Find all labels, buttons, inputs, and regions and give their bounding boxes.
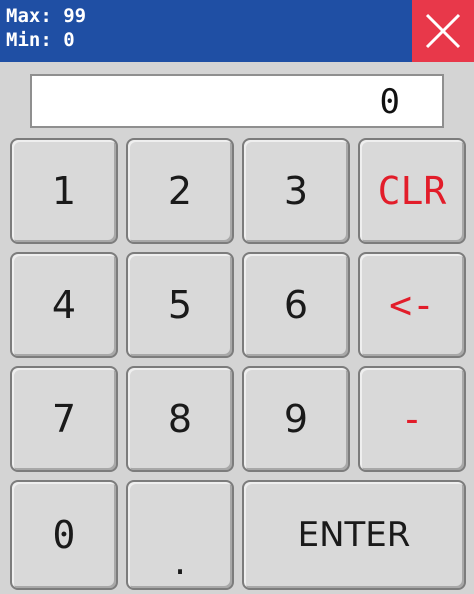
key-5-button[interactable]: 5 — [126, 252, 234, 358]
close-icon — [425, 13, 461, 49]
backspace-button[interactable]: <- — [358, 252, 466, 358]
backspace-label: <- — [389, 283, 435, 327]
key-6-label: 6 — [283, 283, 309, 327]
decimal-point-button[interactable]: . — [126, 480, 234, 590]
key-4-label: 4 — [51, 283, 77, 327]
key-6-button[interactable]: 6 — [242, 252, 350, 358]
key-2-button[interactable]: 2 — [126, 138, 234, 244]
key-3-label: 3 — [283, 169, 309, 213]
decimal-point-label: . — [173, 539, 187, 583]
enter-label: ENTER — [297, 515, 411, 555]
clear-label: CLR — [377, 169, 447, 213]
key-7-label: 7 — [51, 397, 77, 441]
range-info: Max: 99 Min: 0 — [6, 4, 86, 52]
key-9-button[interactable]: 9 — [242, 366, 350, 472]
key-0-label: 0 — [52, 513, 76, 557]
value-display: 0 — [30, 74, 444, 128]
display-value: 0 — [379, 82, 400, 122]
max-label: Max: 99 — [6, 5, 87, 27]
clear-button[interactable]: CLR — [358, 138, 466, 244]
key-3-button[interactable]: 3 — [242, 138, 350, 244]
key-5-label: 5 — [167, 283, 193, 327]
key-2-label: 2 — [167, 169, 193, 213]
key-9-label: 9 — [283, 397, 309, 441]
key-1-button[interactable]: 1 — [10, 138, 118, 244]
key-8-button[interactable]: 8 — [126, 366, 234, 472]
key-4-button[interactable]: 4 — [10, 252, 118, 358]
key-0-button[interactable]: 0 — [10, 480, 118, 590]
key-7-button[interactable]: 7 — [10, 366, 118, 472]
minus-label: - — [400, 397, 424, 441]
title-bar: Max: 99 Min: 0 — [0, 0, 474, 62]
min-label: Min: 0 — [6, 29, 75, 51]
close-button[interactable] — [412, 0, 474, 62]
enter-button[interactable]: ENTER — [242, 480, 466, 590]
minus-button[interactable]: - — [358, 366, 466, 472]
key-8-label: 8 — [167, 397, 193, 441]
key-1-label: 1 — [51, 169, 77, 213]
